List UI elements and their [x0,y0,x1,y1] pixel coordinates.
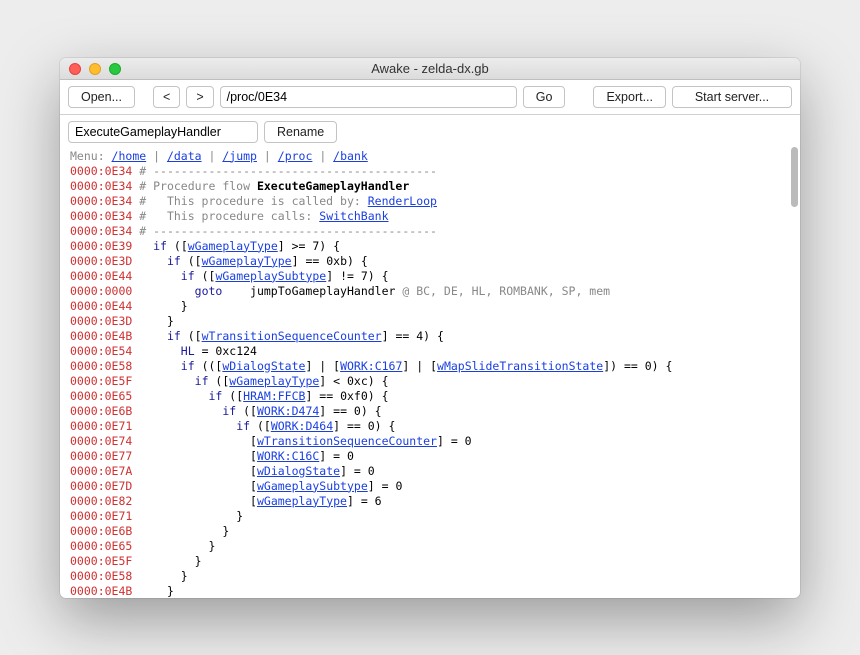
code-line: 0000:0E5F } [70,554,790,569]
code-line: 0000:0E7A [wDialogState] = 0 [70,464,790,479]
path-input[interactable]: /proc/0E34 [220,86,517,108]
app-window: Awake - zelda-dx.gb Open... < > /proc/0E… [60,58,800,598]
code-line: 0000:0E71 if ([WORK:D464] == 0) { [70,419,790,434]
symbol-link[interactable]: HRAM:FFCB [243,389,305,403]
symbol-link[interactable]: wGameplayType [257,494,347,508]
symbol-link[interactable]: wTransitionSequenceCounter [257,434,437,448]
symbol-link[interactable]: /proc [278,149,313,163]
symbol-link[interactable]: /home [112,149,147,163]
go-button[interactable]: Go [523,86,566,108]
zoom-icon[interactable] [109,63,121,75]
code-line: 0000:0E58 if (([wDialogState] | [WORK:C1… [70,359,790,374]
symbol-link[interactable]: WORK:D464 [271,419,333,433]
back-button[interactable]: < [153,86,180,108]
code-line: 0000:0E6B } [70,524,790,539]
close-icon[interactable] [69,63,81,75]
symbol-link[interactable]: /bank [333,149,368,163]
symbol-link[interactable]: WORK:C16C [257,449,319,463]
code-line: 0000:0E34 # This procedure is called by:… [70,194,790,209]
start-server-button[interactable]: Start server... [672,86,792,108]
code-line: 0000:0E44 } [70,299,790,314]
symbol-link[interactable]: wGameplaySubtype [257,479,368,493]
code-line: 0000:0E44 if ([wGameplaySubtype] != 7) { [70,269,790,284]
symbol-link[interactable]: /data [167,149,202,163]
code-line: 0000:0E3D if ([wGameplayType] == 0xb) { [70,254,790,269]
menu-line: Menu: /home | /data | /jump | /proc | /b… [70,149,790,164]
code-line: 0000:0E82 [wGameplayType] = 6 [70,494,790,509]
symbol-link[interactable]: WORK:C167 [340,359,402,373]
code-line: 0000:0E39 if ([wGameplayType] >= 7) { [70,239,790,254]
rename-bar: ExecuteGameplayHandler Rename [60,115,800,147]
code-line: 0000:0E54 HL = 0xc124 [70,344,790,359]
code-line: 0000:0E6B if ([WORK:D474] == 0) { [70,404,790,419]
symbol-link[interactable]: /jump [222,149,257,163]
code-line: 0000:0E5F if ([wGameplayType] < 0xc) { [70,374,790,389]
symbol-link[interactable]: RenderLoop [368,194,437,208]
toolbar: Open... < > /proc/0E34 Go Export... Star… [60,80,800,115]
content-area: Menu: /home | /data | /jump | /proc | /b… [60,147,800,598]
forward-button[interactable]: > [186,86,213,108]
symbol-link[interactable]: wGameplayType [188,239,278,253]
code-line: 0000:0E34 # This procedure calls: Switch… [70,209,790,224]
code-line: 0000:0E74 [wTransitionSequenceCounter] =… [70,434,790,449]
code-line: 0000:0E4B if ([wTransitionSequenceCounte… [70,329,790,344]
procedure-name: ExecuteGameplayHandler [257,179,409,193]
code-line: 0000:0E34 # Procedure flow ExecuteGamepl… [70,179,790,194]
symbol-link[interactable]: SwitchBank [319,209,388,223]
symbol-link[interactable]: wTransitionSequenceCounter [202,329,382,343]
code-line: 0000:0E34 # ----------------------------… [70,224,790,239]
symbol-link[interactable]: wGameplayType [202,254,292,268]
symbol-link[interactable]: wDialogState [222,359,305,373]
export-button[interactable]: Export... [593,86,666,108]
minimize-icon[interactable] [89,63,101,75]
symbol-link[interactable]: wGameplayType [229,374,319,388]
code-line: 0000:0E58 } [70,569,790,584]
code-line: 0000:0E65 if ([HRAM:FFCB] == 0xf0) { [70,389,790,404]
window-title: Awake - zelda-dx.gb [60,61,800,76]
code-line: 0000:0E4B } [70,584,790,598]
symbol-link[interactable]: wMapSlideTransitionState [437,359,603,373]
procedure-name-input[interactable]: ExecuteGameplayHandler [68,121,258,143]
scrollbar-thumb[interactable] [791,147,798,207]
code-line: 0000:0E77 [WORK:C16C] = 0 [70,449,790,464]
code-line: 0000:0E71 } [70,509,790,524]
symbol-link[interactable]: wDialogState [257,464,340,478]
symbol-link[interactable]: WORK:D474 [257,404,319,418]
rename-button[interactable]: Rename [264,121,337,143]
code-line: 0000:0000 goto jumpToGameplayHandler @ B… [70,284,790,299]
code-line: 0000:0E3D } [70,314,790,329]
titlebar: Awake - zelda-dx.gb [60,58,800,80]
code-line: 0000:0E7D [wGameplaySubtype] = 0 [70,479,790,494]
code-line: 0000:0E65 } [70,539,790,554]
code-view: Menu: /home | /data | /jump | /proc | /b… [60,147,800,598]
code-line: 0000:0E34 # ----------------------------… [70,164,790,179]
symbol-link[interactable]: wGameplaySubtype [215,269,326,283]
open-button[interactable]: Open... [68,86,135,108]
